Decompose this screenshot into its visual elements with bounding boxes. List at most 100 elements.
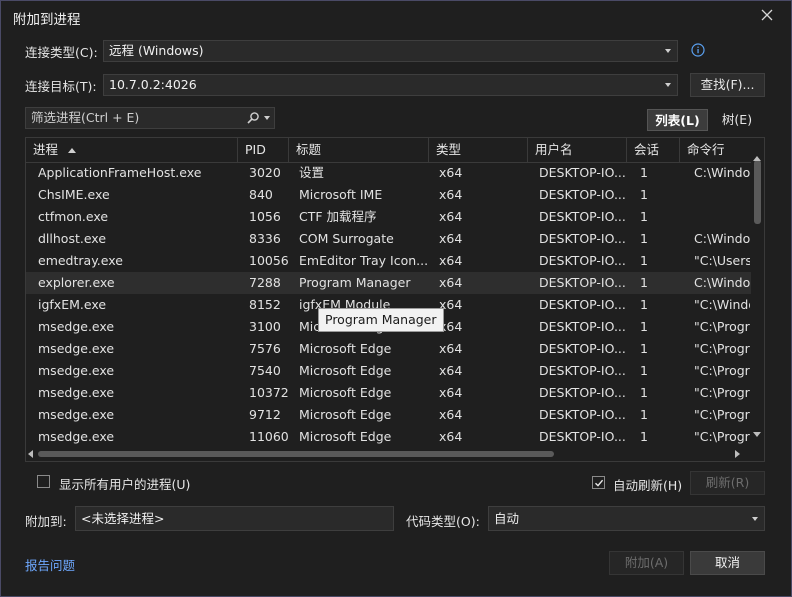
chevron-down-icon: [752, 517, 758, 521]
cell-process: explorer.exe: [38, 275, 115, 290]
cell-session: 1: [640, 297, 648, 312]
cell-command-line: C:\Windo: [694, 231, 750, 246]
attach-to-field[interactable]: <未选择进程>: [75, 506, 394, 531]
process-grid[interactable]: 进程 PID 标题 类型 用户名 会话 命令行 ApplicationFrame…: [25, 137, 765, 462]
table-row[interactable]: msedge.exe 9712 Microsoft Edge x64 DESKTOP-I…: [26, 404, 751, 426]
cell-session: 1: [640, 187, 648, 202]
show-all-users-label[interactable]: 显示所有用户的进程(U): [59, 474, 190, 493]
cell-username: DESKTOP-IO...: [539, 385, 626, 400]
cell-type: x64: [439, 209, 463, 224]
connection-type-select[interactable]: 远程 (Windows): [103, 40, 678, 62]
table-row[interactable]: emedtray.exe 10056 EmEditor Tray Icon... x6…: [26, 250, 751, 272]
info-icon[interactable]: [691, 43, 705, 57]
column-header-username[interactable]: 用户名: [528, 138, 627, 162]
cell-process: emedtray.exe: [38, 253, 123, 268]
show-all-users-checkbox[interactable]: [37, 475, 50, 488]
cell-session: 1: [640, 385, 648, 400]
table-row[interactable]: ctfmon.exe 1056 CTF 加载程序 x64 DESKTOP-IO... 1: [26, 206, 751, 228]
cell-session: 1: [640, 275, 648, 290]
cell-process: dllhost.exe: [38, 231, 107, 246]
connection-target-value: 10.7.0.2:4026: [109, 77, 197, 92]
cell-command-line: "C:\Progr: [694, 407, 750, 422]
auto-refresh-checkbox[interactable]: [592, 476, 605, 489]
cell-type: x64: [439, 429, 463, 444]
cell-username: DESKTOP-IO...: [539, 363, 626, 378]
cell-command-line: [694, 206, 750, 228]
cell-command-line: "C:\Progr: [694, 429, 750, 444]
refresh-button[interactable]: 刷新(R): [690, 471, 765, 495]
vertical-scroll-thumb[interactable]: [754, 160, 761, 224]
horizontal-scrollbar[interactable]: [26, 447, 751, 461]
table-row[interactable]: msedge.exe 11060 Microsoft Edge x64 DESKTOP-…: [26, 426, 751, 448]
attach-button[interactable]: 附加(A): [609, 551, 684, 575]
cell-type: x64: [439, 275, 463, 290]
cell-command-line: "C:\Progr: [694, 363, 750, 378]
cell-process: msedge.exe: [38, 341, 115, 356]
search-icon[interactable]: [246, 111, 260, 125]
cell-title: Program Manager: [299, 275, 411, 290]
column-header-pid[interactable]: PID: [238, 138, 289, 162]
cell-pid: 3100: [249, 319, 281, 334]
column-header-label: 进程: [33, 142, 59, 157]
cell-username: DESKTOP-IO...: [539, 253, 626, 268]
chevron-down-icon[interactable]: [264, 116, 270, 120]
row-tooltip: Program Manager: [318, 308, 444, 332]
code-type-value: 自动: [494, 511, 520, 526]
table-row[interactable]: ApplicationFrameHost.exe 3020 设置 x64 DESKTOP…: [26, 162, 751, 184]
chevron-down-icon: [665, 83, 671, 87]
cell-process: msedge.exe: [38, 385, 115, 400]
column-header-session[interactable]: 会话: [627, 138, 680, 162]
connection-type-value: 远程 (Windows): [109, 43, 204, 58]
table-row[interactable]: dllhost.exe 8336 COM Surrogate x64 DESKTOP-I…: [26, 228, 751, 250]
vertical-scrollbar[interactable]: [751, 152, 764, 444]
cell-command-line: "C:\Progr: [694, 319, 750, 334]
code-type-label: 代码类型(O):: [406, 514, 480, 529]
table-row[interactable]: msedge.exe 10372 Microsoft Edge x64 DESKTOP-…: [26, 382, 751, 404]
tab-tree-view[interactable]: 树(E): [712, 109, 762, 131]
scroll-left-icon[interactable]: [28, 450, 33, 458]
filter-placeholder: 筛选进程(Ctrl + E): [31, 110, 140, 125]
code-type-select[interactable]: 自动: [488, 506, 765, 531]
connection-target-label: 连接目标(T):: [25, 79, 97, 94]
cancel-button[interactable]: 取消: [690, 551, 765, 575]
cell-type: x64: [439, 319, 463, 334]
cell-title: Microsoft IME: [299, 187, 383, 202]
tab-list-view[interactable]: 列表(L): [647, 109, 708, 131]
cell-process: igfxEM.exe: [38, 297, 107, 312]
cell-session: 1: [640, 209, 648, 224]
cell-session: 1: [640, 165, 648, 180]
sort-ascending-icon: [68, 148, 76, 153]
connection-target-select[interactable]: 10.7.0.2:4026: [103, 74, 678, 96]
cell-pid: 7540: [249, 363, 281, 378]
column-header-type[interactable]: 类型: [429, 138, 528, 162]
table-row[interactable]: msedge.exe 7576 Microsoft Edge x64 DESKTOP-I…: [26, 338, 751, 360]
cell-pid: 9712: [249, 407, 281, 422]
cell-title: Microsoft Edge: [299, 429, 392, 444]
auto-refresh-label[interactable]: 自动刷新(H): [613, 475, 682, 494]
scroll-up-icon[interactable]: [753, 156, 761, 161]
column-header-command-line[interactable]: 命令行: [680, 138, 751, 162]
cell-type: x64: [439, 165, 463, 180]
cell-command-line: "C:\Progr: [694, 385, 750, 400]
cell-title: COM Surrogate: [299, 231, 394, 246]
table-row[interactable]: explorer.exe 7288 Program Manager x64 DESKTO…: [26, 272, 751, 294]
scroll-down-icon[interactable]: [753, 432, 761, 437]
close-icon[interactable]: [758, 6, 776, 24]
filter-input[interactable]: 筛选进程(Ctrl + E): [25, 107, 275, 129]
column-header-title[interactable]: 标题: [289, 138, 429, 162]
cell-command-line: [694, 184, 750, 206]
cell-session: 1: [640, 319, 648, 334]
cell-pid: 8336: [249, 231, 281, 246]
column-header-process[interactable]: 进程: [26, 138, 238, 162]
table-row[interactable]: msedge.exe 7540 Microsoft Edge x64 DESKTOP-I…: [26, 360, 751, 382]
cell-process: msedge.exe: [38, 407, 115, 422]
cell-command-line: C:\Windo: [694, 165, 750, 180]
cell-title: Microsoft Edge: [299, 363, 392, 378]
find-button[interactable]: 查找(F)...: [690, 73, 765, 97]
horizontal-scroll-thumb[interactable]: [38, 451, 554, 457]
table-row[interactable]: ChsIME.exe 840 Microsoft IME x64 DESKTOP-IO.…: [26, 184, 751, 206]
cell-pid: 8152: [249, 297, 281, 312]
report-issue-link[interactable]: 报告问题: [25, 555, 75, 574]
scroll-right-icon[interactable]: [735, 450, 740, 458]
cell-pid: 11060: [249, 429, 289, 444]
